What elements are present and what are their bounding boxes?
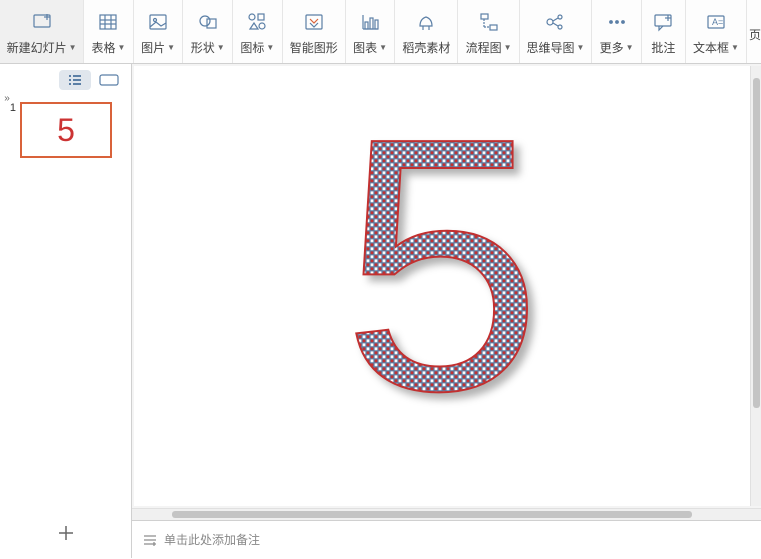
docer-icon — [413, 9, 439, 35]
slide-thumb-row: 1 5 — [6, 102, 125, 158]
horizontal-scrollbar[interactable] — [132, 508, 761, 520]
hscroll-area: 单击此处添加备注 — [132, 508, 761, 558]
mindmap-button[interactable]: 思维导图▼ — [520, 0, 593, 63]
bottom-bar: 单击此处添加备注 — [0, 508, 761, 558]
notes-placeholder: 单击此处添加备注 — [164, 531, 260, 548]
view-switch — [20, 66, 131, 94]
comment-icon — [650, 9, 676, 35]
header-footer-button[interactable]: 页 — [747, 0, 761, 63]
smartart-button[interactable]: 智能图形 — [283, 0, 346, 63]
notes-icon — [142, 533, 158, 547]
more-label: 更多 — [600, 39, 624, 56]
shape-icon — [195, 9, 221, 35]
smartart-label: 智能图形 — [290, 39, 338, 56]
notes-bar[interactable]: 单击此处添加备注 — [132, 520, 761, 558]
new-slide-icon — [29, 9, 55, 35]
main-area: » 1 5 — [0, 64, 761, 508]
svg-text:5: 5 — [342, 99, 542, 459]
collapse-button[interactable]: » — [0, 86, 14, 110]
flowchart-icon — [476, 9, 502, 35]
textbox-button[interactable]: A= 文本框▼ — [686, 0, 747, 63]
new-slide-button[interactable]: 新建幻灯片▼ — [0, 0, 84, 63]
chevron-down-icon: ▼ — [69, 43, 77, 52]
textbox-icon: A= — [703, 9, 729, 35]
horizontal-scrollbar-thumb[interactable] — [172, 511, 692, 518]
chevron-down-icon: ▼ — [118, 43, 126, 52]
shape-label: 形状 — [191, 39, 215, 56]
vertical-scrollbar-thumb[interactable] — [753, 78, 760, 408]
vertical-scrollbar[interactable] — [751, 66, 761, 506]
chart-icon — [357, 9, 383, 35]
plus-icon — [55, 522, 77, 544]
icon-label: 图标 — [240, 39, 264, 56]
image-icon — [145, 9, 171, 35]
flowchart-button[interactable]: 流程图▼ — [458, 0, 519, 63]
chart-button[interactable]: 图表▼ — [346, 0, 396, 63]
image-button[interactable]: 图片▼ — [134, 0, 184, 63]
thumbnail-view-button[interactable] — [93, 70, 125, 90]
mindmap-icon — [542, 9, 568, 35]
docer-label: 稻壳素材 — [402, 39, 450, 56]
add-slide-button[interactable] — [0, 508, 132, 558]
table-label: 表格 — [92, 39, 116, 56]
table-button[interactable]: 表格▼ — [84, 0, 134, 63]
new-slide-label: 新建幻灯片 — [7, 39, 67, 56]
shape-button[interactable]: 形状▼ — [183, 0, 233, 63]
mindmap-label: 思维导图 — [526, 39, 574, 56]
more-icon — [604, 9, 630, 35]
comment-button[interactable]: 批注 — [642, 0, 686, 63]
outline-view-button[interactable] — [59, 70, 91, 90]
comment-label: 批注 — [651, 39, 675, 56]
chevron-down-icon: ▼ — [731, 43, 739, 52]
toolbar: 新建幻灯片▼ 表格▼ 图片▼ 形状▼ 图标▼ 智能图形 图表▼ — [0, 0, 761, 64]
svg-text:A=: A= — [712, 17, 723, 27]
chevron-down-icon: ▼ — [576, 43, 584, 52]
chart-label: 图表 — [353, 39, 377, 56]
chevron-down-icon: ▼ — [217, 43, 225, 52]
chevron-down-icon: ▼ — [167, 43, 175, 52]
chevron-down-icon: ▼ — [266, 43, 274, 52]
smartart-icon — [301, 9, 327, 35]
chevron-down-icon: ▼ — [504, 43, 512, 52]
slide-thumbnail-1[interactable]: 5 — [20, 102, 112, 158]
header-footer-label: 页 — [749, 26, 761, 43]
more-button[interactable]: 更多▼ — [592, 0, 642, 63]
docer-button[interactable]: 稻壳素材 — [395, 0, 458, 63]
slide-text-5[interactable]: 5 — [302, 99, 582, 459]
textbox-label: 文本框 — [693, 39, 729, 56]
slide-panel: » 1 5 — [0, 64, 132, 508]
table-icon — [95, 9, 121, 35]
chevron-down-icon: ▼ — [626, 43, 634, 52]
icons-icon — [244, 9, 270, 35]
chevron-right-icon: » — [4, 93, 10, 104]
slide-canvas[interactable]: 5 — [134, 66, 751, 506]
chevron-down-icon: ▼ — [379, 43, 387, 52]
icon-button[interactable]: 图标▼ — [233, 0, 283, 63]
slide-list: 1 5 — [0, 94, 131, 508]
canvas-area: 5 — [132, 64, 761, 508]
thumb-content: 5 — [57, 112, 75, 149]
image-label: 图片 — [141, 39, 165, 56]
flowchart-label: 流程图 — [466, 39, 502, 56]
